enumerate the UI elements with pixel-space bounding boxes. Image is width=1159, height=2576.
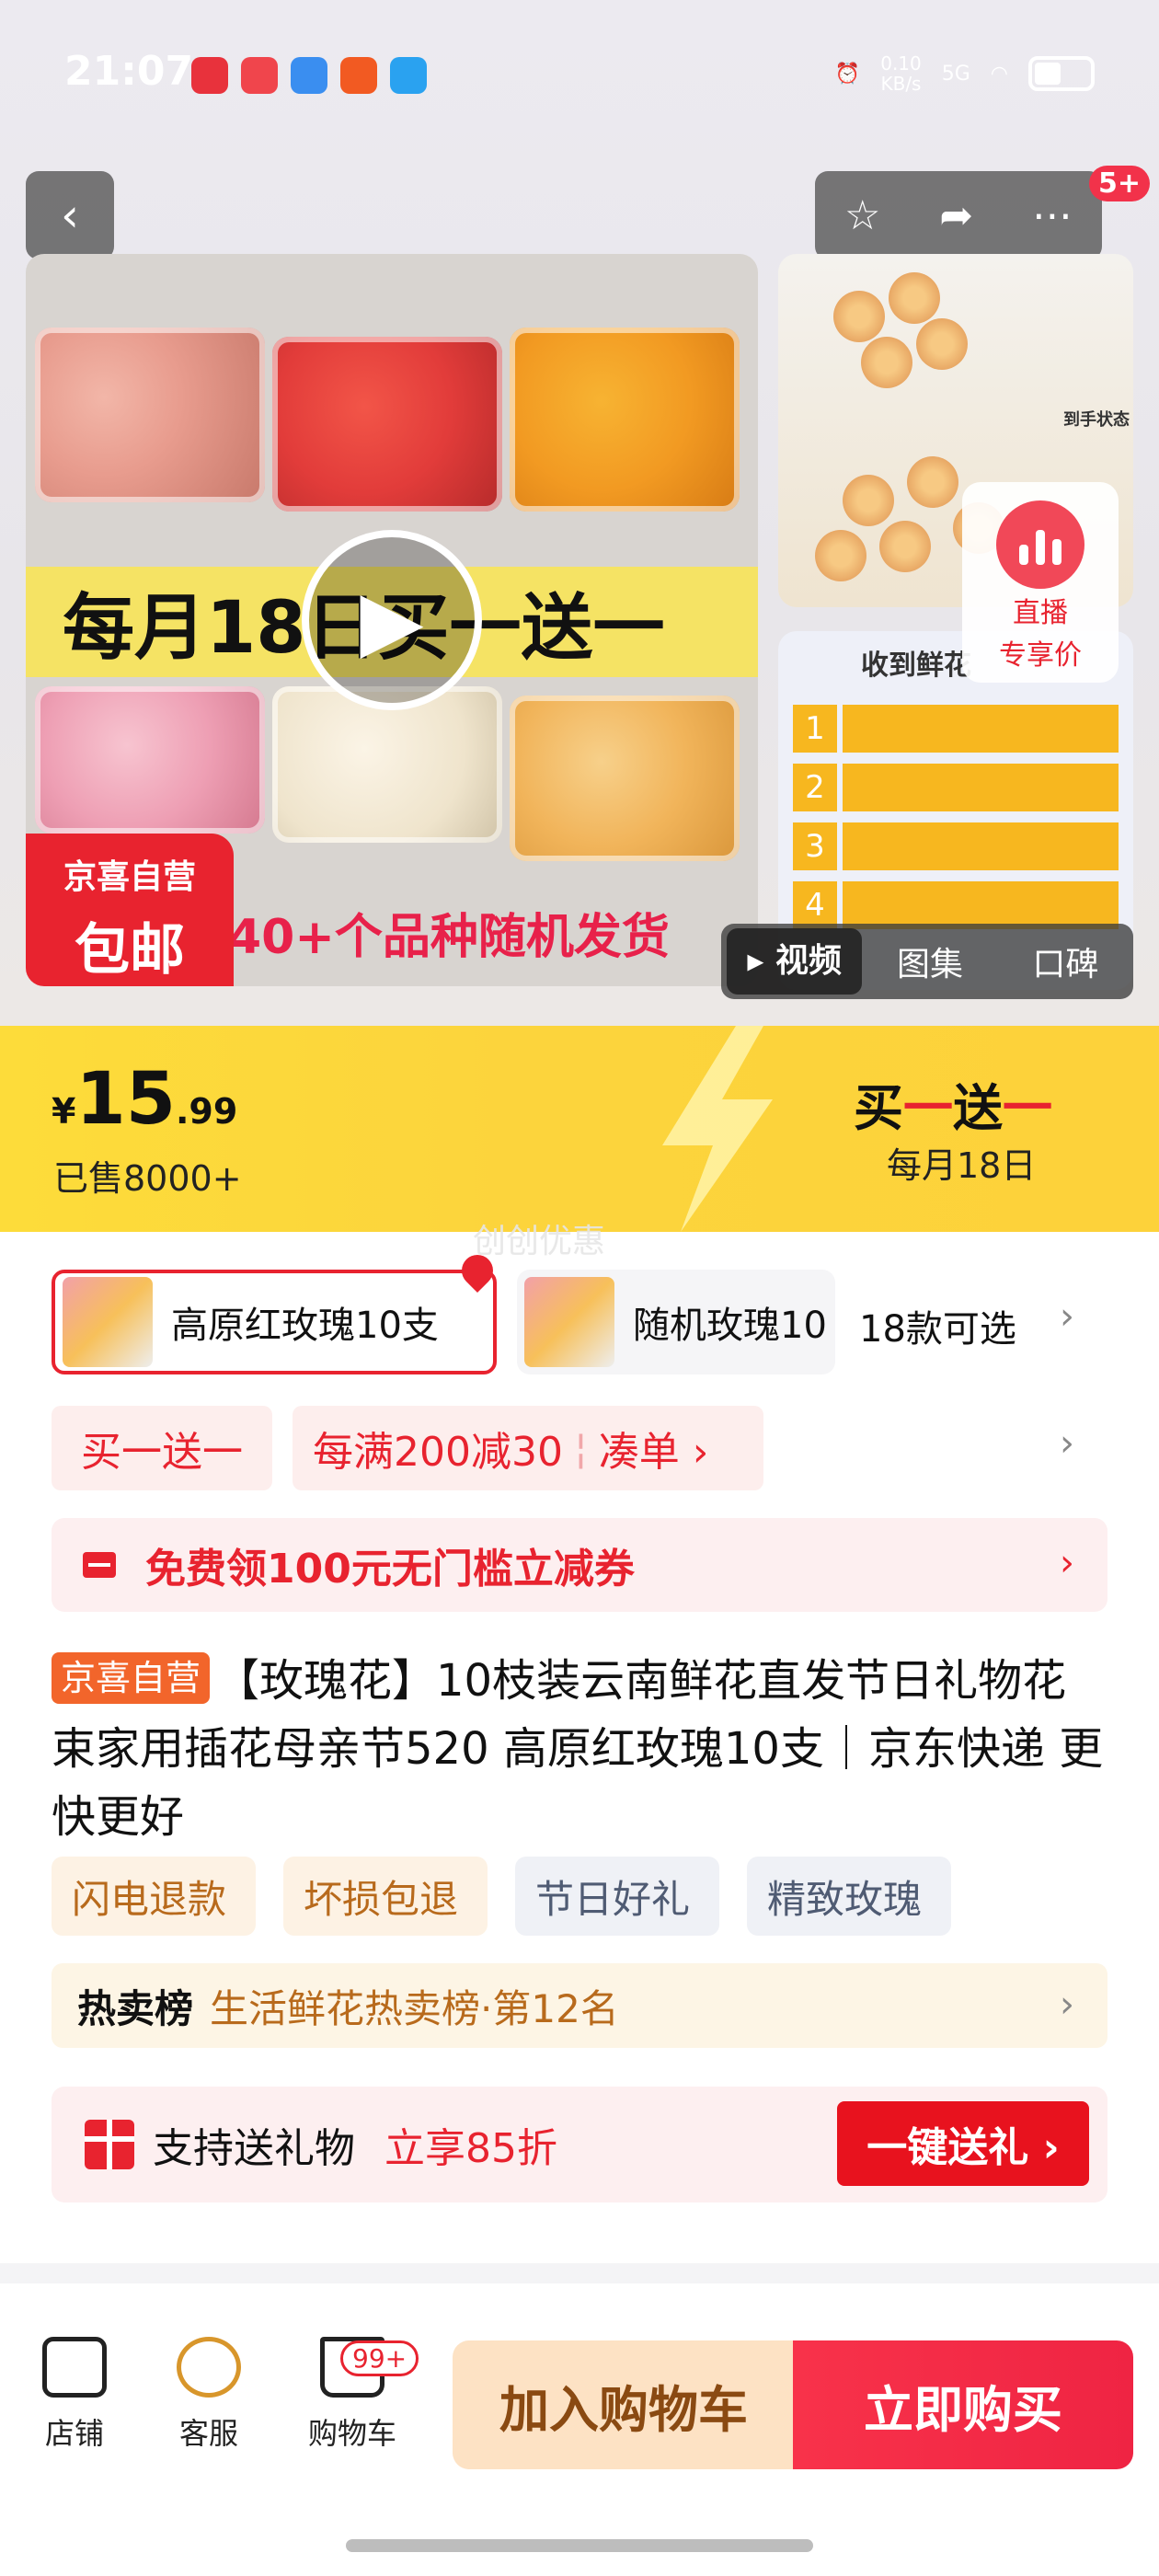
price: ¥15.99 (52, 1058, 237, 1141)
chevron-right-icon[interactable]: › (1060, 1984, 1074, 2026)
battery-icon (1028, 56, 1095, 91)
tab-gallery[interactable]: 图集 (862, 937, 997, 985)
add-on-link[interactable]: 凑单 › (599, 1419, 709, 1478)
variant-label: 高原红玫瑰10支 (171, 1305, 439, 1347)
variant-option-selected[interactable]: 高原红玫瑰10支 (52, 1270, 497, 1374)
self-operated-free-shipping-tag: 京喜自营 包邮 (26, 834, 234, 986)
back-button[interactable]: ‹ (26, 171, 114, 259)
free-shipping-label: 包邮 (75, 918, 185, 983)
alarm-icon: ⏰ (834, 62, 861, 86)
status-time: 21:07 (64, 48, 194, 95)
feature-tag[interactable]: 闪电退款 (52, 1857, 256, 1936)
gift-discount: 立享85折 (384, 2125, 557, 2172)
separator: ¦ (573, 1424, 588, 1472)
gift-label: 支持送礼物 (153, 2125, 355, 2172)
sold-count: 已售8000+ (53, 1158, 242, 1199)
discount-label: 每满200减30 (313, 1429, 563, 1476)
store-label: 店铺 (44, 2416, 104, 2451)
variant-thumbnail (524, 1277, 614, 1367)
customer-service-icon (177, 2337, 241, 2398)
status-app-icon (340, 57, 377, 94)
live-stream-card[interactable]: 直播 专享价 (962, 482, 1119, 683)
more-icon[interactable]: ⋯ (1032, 192, 1073, 239)
customer-service-button[interactable]: 客服 (149, 2337, 269, 2453)
live-icon (996, 500, 1084, 589)
coupon-label: 免费领100元无门槛立减券 (145, 1546, 635, 1593)
chevron-right-icon[interactable]: › (1060, 1422, 1074, 1465)
live-price-label: 专享价 (999, 639, 1082, 672)
wifi-icon: ◠ (990, 62, 1008, 86)
share-icon[interactable]: ➦ (939, 192, 973, 239)
variant-thumbnail (63, 1277, 153, 1367)
cart-label: 购物车 (307, 2416, 396, 2451)
cart-count-badge: 99+ (340, 2340, 419, 2376)
store-icon (42, 2337, 107, 2398)
send-gift-button[interactable]: 一键送礼 › (837, 2101, 1089, 2186)
promo-date: 每月18日 (887, 1145, 1037, 1186)
signal-icon: 5G (941, 62, 970, 86)
ranking-label: 热卖榜 (77, 1985, 194, 2031)
customer-service-label: 客服 (178, 2416, 238, 2451)
price-currency: ¥ (52, 1091, 76, 1132)
play-icon: ▶ (360, 571, 424, 669)
gift-icon (85, 2120, 134, 2169)
variant-option[interactable]: 随机玫瑰10 (517, 1270, 835, 1374)
status-right: ⏰ 0.10 KB/s 5G ◠ (835, 53, 1095, 94)
feature-tag[interactable]: 坏损包退 (283, 1857, 488, 1936)
buy-one-get-one-label: 买一送一 (854, 1079, 1052, 1137)
tab-reviews[interactable]: 口碑 (998, 937, 1133, 985)
status-app-icon (390, 57, 427, 94)
product-title: 京喜自营 【玫瑰花】10枝装云南鲜花直发节日礼物花束家用插花母亲节520 高原红玫… (52, 1647, 1109, 1851)
price-integer: 15 (75, 1058, 176, 1141)
ranking-bar[interactable]: 热卖榜 生活鲜花热卖榜·第12名 (52, 1963, 1107, 2048)
main-product-photo[interactable]: 每月18日买一送一 ▶ 40+个品种随机发货 京喜自营 包邮 (26, 254, 758, 986)
coupon-icon (83, 1552, 116, 1578)
variant-count[interactable]: 18款可选 (859, 1299, 1016, 1352)
self-operated-tag: 京喜自营 (52, 1652, 211, 1704)
thumb-title: 收到鲜花 (861, 650, 971, 682)
network-speed: 0.10 KB/s (880, 52, 922, 95)
status-app-icon (291, 57, 327, 94)
chevron-left-icon: ‹ (61, 189, 79, 242)
thumb-note: 到手状态 (1063, 410, 1130, 430)
feature-tag[interactable]: 节日好礼 (515, 1857, 719, 1936)
live-label: 直播 (1013, 597, 1068, 629)
coupon-bar[interactable]: 免费领100元无门槛立减券 (52, 1518, 1107, 1612)
store-button[interactable]: 店铺 (15, 2337, 134, 2453)
variant-label: 随机玫瑰10 (633, 1305, 827, 1347)
header-actions: ☆ ➦ ⋯ (815, 171, 1102, 259)
message-badge: 5+ (1089, 166, 1151, 201)
promo-tag-discount[interactable]: 每满200减30 ¦ 凑单 › (293, 1406, 763, 1490)
watermark-text: 创创优惠 (473, 1223, 606, 1260)
feature-tag[interactable]: 精致玫瑰 (747, 1857, 951, 1936)
self-operated-label: 京喜自营 (63, 858, 196, 896)
promo-tag-buy-one-get-one[interactable]: 买一送一 (52, 1406, 272, 1490)
section-divider (0, 2263, 1159, 2283)
favorite-star-icon[interactable]: ☆ (844, 192, 880, 239)
chevron-right-icon[interactable]: › (1060, 1295, 1074, 1338)
status-app-icon (241, 57, 278, 94)
tab-video[interactable]: ▸ 视频 (727, 928, 863, 995)
add-to-cart-button[interactable]: 加入购物车 (453, 2340, 795, 2469)
home-indicator[interactable] (346, 2539, 813, 2552)
ranking-value: 生活鲜花热卖榜·第12名 (210, 1985, 619, 2031)
play-video-button[interactable]: ▶ (302, 530, 482, 710)
lightning-icon (662, 1026, 773, 1232)
photo-subtitle: 40+个品种随机发货 (228, 910, 670, 965)
media-tabs: ▸ 视频 图集 口碑 (721, 924, 1133, 999)
chevron-right-icon[interactable]: › (1060, 1542, 1074, 1584)
status-app-icon (191, 57, 228, 94)
buy-now-button[interactable]: 立即购买 (793, 2340, 1133, 2469)
price-decimal: .99 (176, 1091, 238, 1132)
